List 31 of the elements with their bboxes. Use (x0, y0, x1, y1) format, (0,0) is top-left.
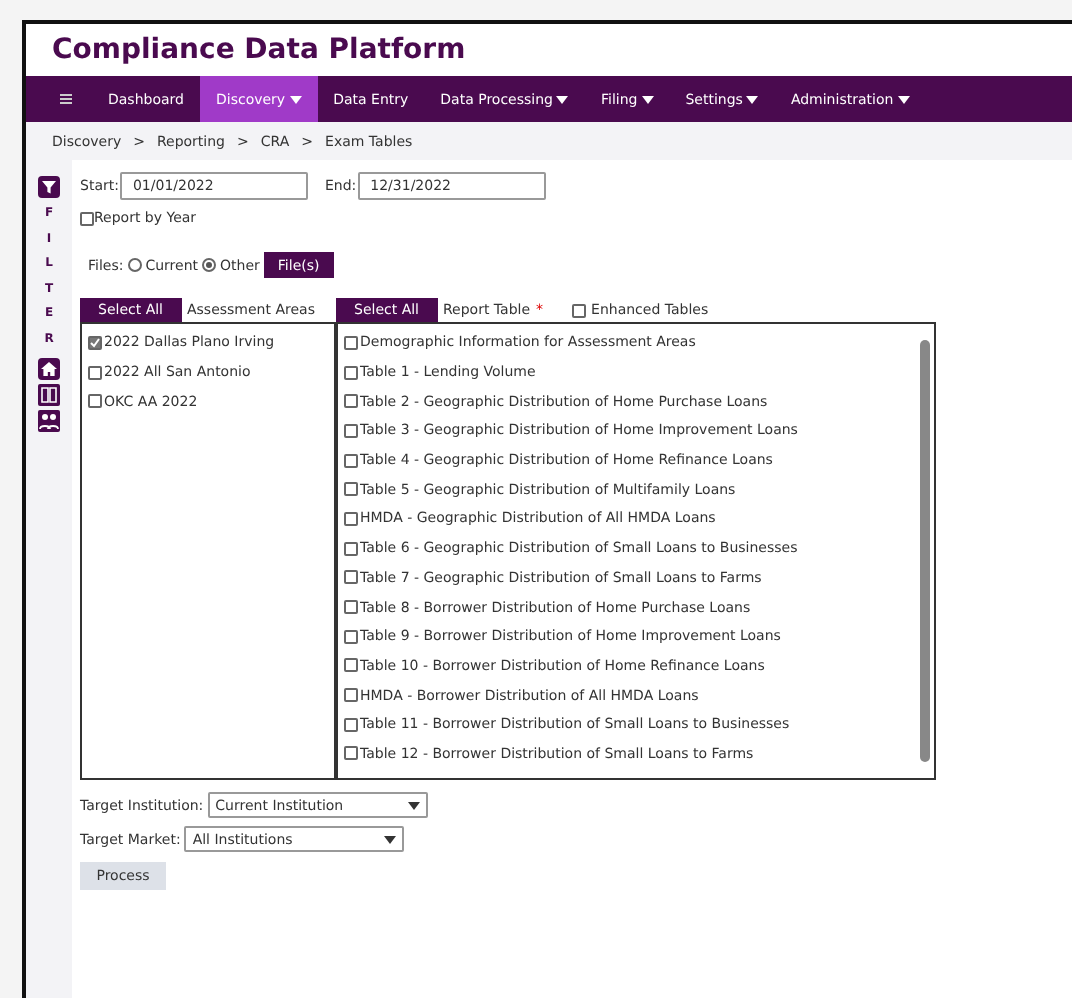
checkbox[interactable] (80, 211, 94, 225)
checkbox[interactable] (88, 365, 102, 380)
scrollbar[interactable] (920, 340, 930, 762)
filter-icon[interactable] (38, 176, 60, 198)
checkbox[interactable] (344, 541, 358, 556)
checkbox[interactable] (344, 688, 358, 703)
checkbox[interactable] (88, 394, 102, 409)
checkbox[interactable] (344, 600, 358, 615)
checkbox[interactable] (571, 303, 586, 317)
checkbox[interactable] (344, 658, 358, 673)
checkbox[interactable] (344, 570, 358, 585)
checkbox[interactable] (344, 394, 358, 409)
checkbox[interactable] (344, 482, 358, 497)
checkbox[interactable] (88, 335, 102, 350)
checkbox[interactable] (344, 423, 358, 438)
book-icon[interactable] (38, 383, 60, 406)
checkbox[interactable] (344, 335, 358, 350)
checkbox[interactable] (344, 629, 358, 644)
checkbox[interactable] (344, 746, 358, 761)
checkbox[interactable] (344, 453, 358, 468)
radio-button[interactable] (202, 258, 217, 272)
checkbox[interactable] (344, 717, 358, 732)
menu-icon[interactable] (60, 94, 72, 104)
home-icon[interactable] (38, 357, 60, 380)
people-icon[interactable] (38, 409, 60, 432)
checkbox[interactable] (344, 365, 358, 380)
app-title: Compliance Data Platform (52, 34, 466, 66)
checkbox[interactable] (344, 511, 358, 526)
caret-icon (384, 835, 397, 843)
radio-button[interactable] (127, 258, 142, 272)
caret-icon (407, 801, 420, 809)
